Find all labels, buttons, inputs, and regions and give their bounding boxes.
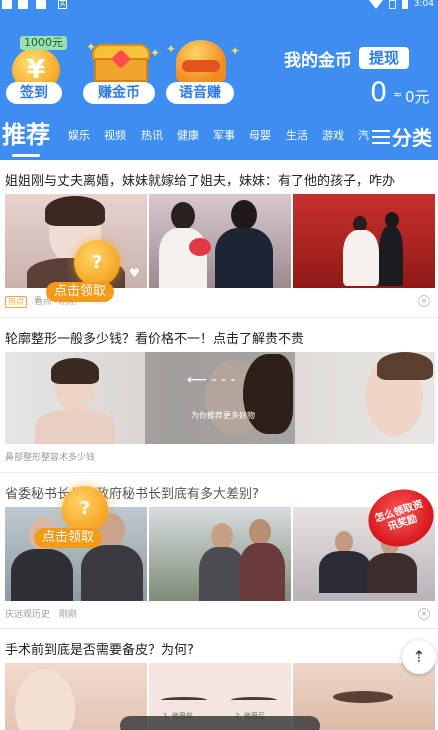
treasure-chest-icon	[90, 44, 152, 84]
hot-tag: 热点	[5, 296, 27, 308]
sim-icon	[388, 0, 396, 9]
notification-icon: A	[58, 0, 67, 9]
sparkle-icon: ✦	[166, 42, 177, 56]
toast	[120, 716, 320, 730]
article-meta: 庆远观历史 刚刚	[5, 607, 77, 620]
tab-games[interactable]: 游戏	[322, 128, 344, 144]
tab-video[interactable]: 视频	[104, 128, 126, 144]
article-source: 鼻部整形整容术多少钱	[5, 453, 96, 463]
tab-life[interactable]: 生活	[286, 128, 308, 144]
status-bar: A 3:04	[0, 0, 438, 14]
my-coins-label: 我的金币	[284, 51, 352, 71]
wifi-icon	[368, 0, 383, 9]
article-source: 庆远观历史	[5, 610, 51, 620]
reward-coin-icon: ?	[74, 240, 120, 286]
reward-coin-icon: ?	[62, 486, 108, 532]
voice-earn-button[interactable]: 语音赚	[166, 82, 234, 104]
reward-bubble[interactable]: ? 点击领取	[44, 240, 144, 310]
money-value: 0元	[405, 88, 430, 106]
top-header: A 3:04 ¥ 1000元 签到 ✦ ✦ 赚金币 ✦ ✦ 语音赚 我的金币 提…	[0, 0, 438, 160]
sparkle-icon: ✦	[150, 46, 161, 60]
earn-coins-button[interactable]: 赚金币	[83, 82, 155, 104]
claim-reward-button[interactable]: 点击领取	[46, 282, 115, 302]
coin-count: 0	[370, 77, 388, 108]
tab-indicator	[12, 154, 40, 157]
category-menu-button[interactable]: 分类	[372, 122, 432, 151]
battery-icon	[401, 0, 408, 9]
claim-reward-button[interactable]: 点击领取	[34, 528, 103, 548]
notification-icon	[18, 0, 28, 9]
ad-caption: 为你推荐更多好物	[191, 411, 255, 420]
article-time: 刚刚	[58, 610, 77, 620]
tab-hot-news[interactable]: 热讯	[141, 128, 163, 144]
article-meta: 鼻部整形整容术多少钱	[5, 450, 95, 463]
notification-icon	[2, 0, 12, 9]
status-time: 3:04	[413, 0, 434, 9]
voice-helmet-icon	[176, 40, 226, 84]
arrow-up-icon: ⇡	[412, 647, 426, 666]
article-title[interactable]: 轮廓整形一般多少钱？看价格不一！点击了解贵不贵	[5, 328, 304, 347]
menu-icon	[372, 129, 390, 144]
scroll-to-top-button[interactable]: ⇡	[402, 640, 436, 674]
category-tabbar: 推荐 娱乐 视频 热讯 健康 军事 母婴 生活 游戏 汽 分类	[0, 118, 438, 160]
reward-bubble[interactable]: ? 点击领取	[32, 486, 132, 556]
withdraw-button[interactable]: 提现	[359, 47, 409, 69]
article-image[interactable]	[149, 507, 291, 601]
tab-health[interactable]: 健康	[177, 128, 199, 144]
sparkle-icon: ✦	[86, 40, 97, 54]
dismiss-icon[interactable]: ×	[418, 608, 430, 620]
tab-parenting[interactable]: 母婴	[249, 128, 271, 144]
tab-recommend[interactable]: 推荐	[2, 118, 50, 152]
article-image[interactable]	[293, 194, 435, 288]
tab-military[interactable]: 军事	[213, 128, 235, 144]
article-card[interactable]: 轮廓整形一般多少钱？看价格不一！点击了解贵不贵 ⟵ - - - 为你推荐更多好物…	[0, 318, 438, 473]
approx-symbol: ≈	[393, 88, 403, 101]
tab-auto[interactable]: 汽	[358, 128, 369, 144]
dismiss-icon[interactable]: ×	[418, 295, 430, 307]
tab-entertainment[interactable]: 娱乐	[68, 128, 90, 144]
article-image[interactable]	[149, 194, 291, 288]
ad-overlay	[145, 352, 295, 444]
reward-badge: 1000元	[20, 36, 67, 50]
swipe-arrow-icon: ⟵ - - -	[187, 372, 236, 388]
status-right: 3:04	[368, 0, 434, 9]
article-title[interactable]: 手术前到底是否需要备皮？为何?	[5, 639, 194, 658]
article-title[interactable]: 姐姐刚与丈夫离婚，妹妹就嫁给了姐夫，妹妹：有了他的孩子，咋办	[5, 170, 395, 189]
category-label: 分类	[392, 126, 432, 150]
signin-button[interactable]: 签到	[6, 82, 62, 104]
ad-image[interactable]: ⟵ - - - 为你推荐更多好物	[5, 352, 435, 444]
notification-icon	[36, 0, 46, 9]
article-card[interactable]: 手术前到底是否需要备皮？为何? 1. 修眉前 2. 修眉后	[0, 629, 438, 730]
sparkle-icon: ✦	[230, 44, 241, 58]
